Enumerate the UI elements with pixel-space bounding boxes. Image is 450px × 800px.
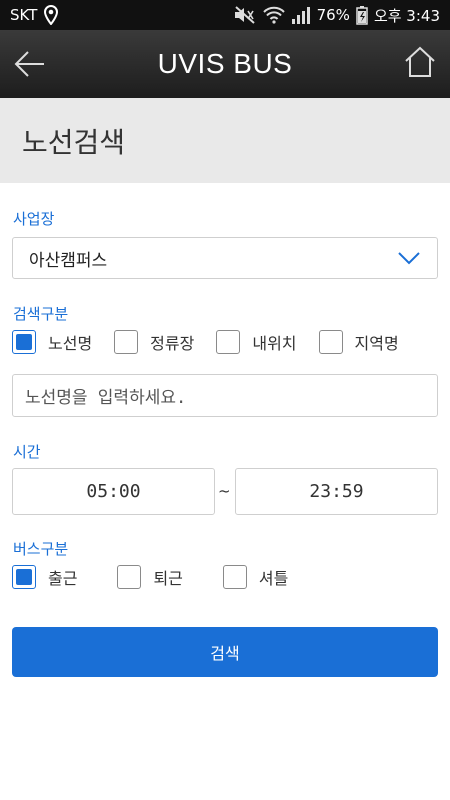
bus-type-label: 버스구분 <box>13 540 69 558</box>
back-button[interactable] <box>12 46 48 82</box>
search-type-options: 노선명 정류장 내위치 지역명 <box>12 330 421 354</box>
checkbox[interactable] <box>318 330 343 354</box>
checkbox[interactable] <box>117 565 142 589</box>
status-right: 76% 오후 3:43 <box>233 5 440 26</box>
page-header: 노선검색 <box>0 98 450 183</box>
route-name-input[interactable]: 노선명을 입력하세요. <box>12 374 438 417</box>
checkbox-label: 퇴근 <box>153 569 183 588</box>
time-label: 시간 <box>13 443 41 461</box>
checkbox-label: 지역명 <box>354 334 399 353</box>
checkbox[interactable] <box>216 330 241 354</box>
business-select-value: 아산캠퍼스 <box>29 250 108 271</box>
search-type-stop[interactable]: 정류장 <box>114 330 194 354</box>
search-type-label: 검색구분 <box>13 305 69 323</box>
time-separator: ~ <box>218 482 231 500</box>
mute-icon <box>233 6 257 24</box>
status-left: SKT <box>10 5 59 25</box>
bus-type-commute-in[interactable]: 출근 <box>12 565 77 589</box>
search-type-my-location[interactable]: 내위치 <box>216 330 297 354</box>
carrier-label: SKT <box>10 6 38 24</box>
business-label: 사업장 <box>13 210 55 228</box>
page-title: 노선검색 <box>22 125 126 159</box>
checkbox[interactable] <box>114 330 139 354</box>
search-type-region[interactable]: 지역명 <box>318 330 399 354</box>
back-arrow-icon <box>14 51 44 77</box>
end-time-field[interactable]: 23:59 <box>235 468 438 515</box>
search-button[interactable]: 검색 <box>12 627 438 677</box>
battery-charging-icon <box>356 5 368 25</box>
checkbox-label: 내위치 <box>252 334 297 353</box>
start-time-field[interactable]: 05:00 <box>12 468 215 515</box>
checkbox-checked[interactable] <box>12 565 36 589</box>
checkbox-label: 정류장 <box>150 334 195 353</box>
business-select[interactable]: 아산캠퍼스 <box>12 237 438 279</box>
app-title: UVIS BUS <box>157 48 293 79</box>
home-icon <box>405 46 435 77</box>
battery-percent: 76% <box>316 6 350 24</box>
status-bar: SKT 76% 오후 3:43 <box>0 0 450 30</box>
checkbox-label: 노선명 <box>48 334 93 353</box>
checkbox-checked[interactable] <box>12 330 36 354</box>
signal-icon <box>291 6 311 24</box>
checkbox-label: 출근 <box>48 569 78 588</box>
bus-type-shuttle[interactable]: 셔틀 <box>222 565 289 589</box>
bus-type-options: 출근 퇴근 셔틀 <box>12 565 310 589</box>
wifi-icon <box>262 6 285 24</box>
search-type-route-name[interactable]: 노선명 <box>12 330 92 354</box>
chevron-down-icon <box>397 248 421 273</box>
location-icon <box>43 5 59 25</box>
checkbox-label: 셔틀 <box>258 569 289 588</box>
clock: 오후 3:43 <box>373 6 440 25</box>
bus-type-commute-out[interactable]: 퇴근 <box>117 565 183 589</box>
app-bar: UVIS BUS <box>0 30 450 98</box>
home-button[interactable] <box>402 44 438 80</box>
checkbox[interactable] <box>222 565 247 589</box>
route-name-placeholder: 노선명을 입력하세요. <box>25 388 187 408</box>
